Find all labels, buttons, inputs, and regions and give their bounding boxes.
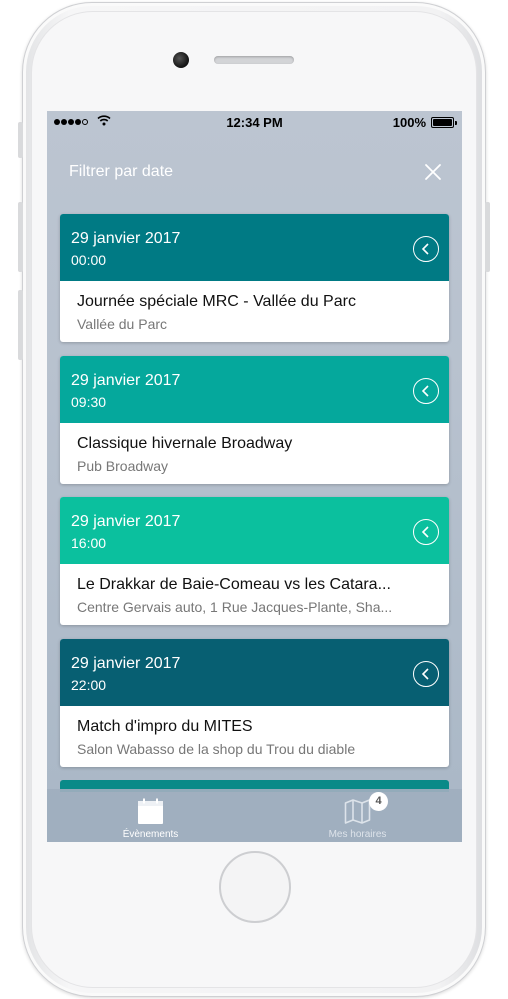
battery-percentage: 100% bbox=[392, 115, 426, 130]
event-card-header: 29 janvier 2017 00:00 bbox=[60, 214, 449, 281]
event-date: 29 janvier 2017 bbox=[71, 655, 181, 672]
calendar-icon bbox=[138, 798, 163, 824]
event-card[interactable]: 29 janvier 2017 16:00 Le Drakkar de Baie… bbox=[60, 497, 449, 625]
chevron-left-icon[interactable] bbox=[413, 378, 439, 404]
status-bar: 12:34 PM 100% bbox=[47, 111, 462, 133]
volume-up-button bbox=[18, 202, 23, 272]
event-card[interactable]: 29 janvier 2017 00:00 Journée spéciale M… bbox=[60, 214, 449, 342]
event-card-body: Match d'impro du MITES Salon Wabasso de … bbox=[60, 706, 449, 758]
tab-schedule[interactable]: 4 Mes horaires bbox=[254, 789, 461, 842]
volume-down-button bbox=[18, 290, 23, 360]
chevron-left-icon[interactable] bbox=[413, 661, 439, 687]
event-venue: Salon Wabasso de la shop du Trou du diab… bbox=[77, 741, 356, 757]
mute-switch bbox=[18, 122, 23, 158]
event-date: 29 janvier 2017 bbox=[71, 372, 181, 389]
event-time: 16:00 bbox=[71, 535, 107, 551]
page-title: Filtrer par date bbox=[69, 163, 174, 180]
event-card-body: Classique hivernale Broadway Pub Broadwa… bbox=[60, 423, 449, 475]
speaker-grille bbox=[214, 56, 294, 64]
map-icon bbox=[344, 799, 371, 824]
power-button bbox=[485, 202, 490, 272]
front-camera bbox=[173, 52, 189, 68]
event-venue: Vallée du Parc bbox=[77, 316, 168, 332]
app-screen: 12:34 PM 100% Filtrer par date 29 janvie… bbox=[47, 111, 462, 842]
battery-icon bbox=[431, 117, 457, 128]
schedule-count-badge: 4 bbox=[369, 792, 388, 811]
event-card-header: 29 janvier 2017 22:00 bbox=[60, 639, 449, 706]
event-card-body: Le Drakkar de Baie-Comeau vs les Catara.… bbox=[60, 564, 449, 616]
tab-events[interactable]: Évènements bbox=[47, 789, 254, 842]
home-button[interactable] bbox=[219, 851, 291, 923]
tab-bar: Évènements 4 Mes horaires bbox=[47, 789, 462, 842]
event-card-header: 29 janvier 2017 16:00 bbox=[60, 497, 449, 564]
tab-events-label: Évènements bbox=[122, 829, 179, 840]
event-date: 29 janvier 2017 bbox=[71, 513, 181, 530]
event-card[interactable]: 29 janvier 2017 22:00 Match d'impro du M… bbox=[60, 639, 449, 767]
event-title: Le Drakkar de Baie-Comeau vs les Catara.… bbox=[77, 576, 391, 593]
event-time: 09:30 bbox=[71, 394, 107, 410]
event-title: Journée spéciale MRC - Vallée du Parc bbox=[77, 293, 356, 310]
event-date: 29 janvier 2017 bbox=[71, 230, 181, 247]
event-title: Classique hivernale Broadway bbox=[77, 435, 293, 452]
close-icon[interactable] bbox=[424, 163, 442, 181]
event-card[interactable]: 29 janvier 2017 09:30 Classique hivernal… bbox=[60, 356, 449, 484]
event-title: Match d'impro du MITES bbox=[77, 718, 253, 735]
chevron-left-icon[interactable] bbox=[413, 519, 439, 545]
event-card-header: 29 janvier 2017 09:30 bbox=[60, 356, 449, 423]
event-venue: Pub Broadway bbox=[77, 458, 169, 474]
tab-schedule-label: Mes horaires bbox=[328, 829, 387, 840]
event-time: 00:00 bbox=[71, 252, 107, 268]
event-card-body: Journée spéciale MRC - Vallée du Parc Va… bbox=[60, 281, 449, 333]
chevron-left-icon[interactable] bbox=[413, 236, 439, 262]
event-time: 22:00 bbox=[71, 677, 107, 693]
event-venue: Centre Gervais auto, 1 Rue Jacques-Plant… bbox=[77, 599, 393, 615]
